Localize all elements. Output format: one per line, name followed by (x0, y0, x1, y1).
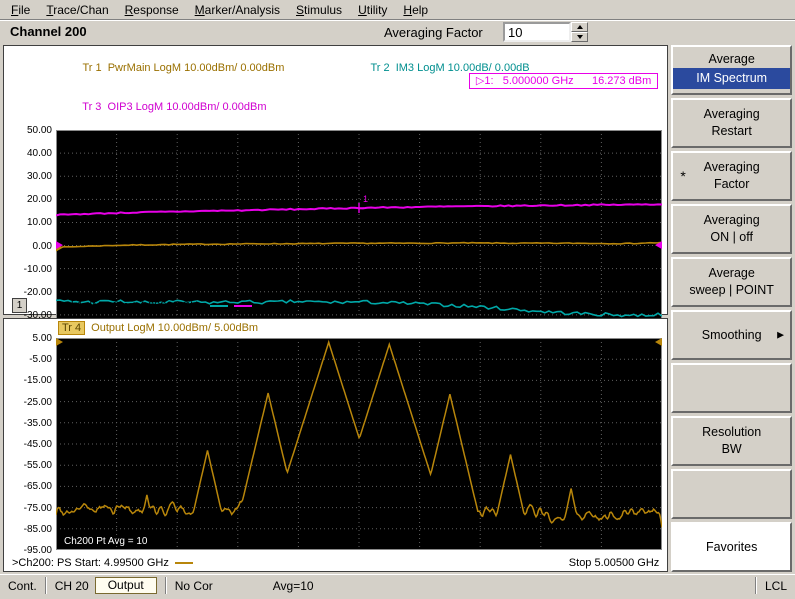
active-channel-status: CH 20 (55, 579, 89, 593)
softkey-favorites[interactable]: Favorites (671, 522, 792, 572)
softkey-average-im-spectrum[interactable]: AverageIM Spectrum (671, 45, 792, 95)
status-separator (755, 577, 757, 594)
softkey-label: ON | off (710, 229, 753, 246)
softkey-label: IM Spectrum (673, 68, 790, 89)
softkey-label: Average (708, 265, 754, 282)
menu-marker-analysis[interactable]: Marker/Analysis (187, 2, 288, 18)
menu-file[interactable]: File (3, 2, 38, 18)
svg-text:1: 1 (363, 194, 368, 204)
averaging-factor-spinner (571, 22, 588, 42)
submenu-arrow-icon: ▶ (777, 330, 784, 341)
point-average-note: Ch200 Pt Avg = 10 (64, 536, 148, 547)
trace3-legend[interactable]: Tr 3 OIP3 LogM 10.00dBm/ 0.00dBm (82, 101, 266, 113)
header-row: Channel 200 Averaging Factor (0, 20, 795, 45)
softkey-label: Restart (712, 123, 752, 140)
y-axis-tick-label: 30.00 (4, 171, 52, 182)
spectrum-plot-area: 5.00-5.00-15.00-25.00-35.00-45.00-55.00-… (4, 338, 667, 550)
menu-help[interactable]: Help (395, 2, 436, 18)
menu-response[interactable]: Response (117, 2, 187, 18)
spinner-up-icon[interactable] (571, 22, 588, 32)
softkey-average-sweep-point[interactable]: Averagesweep | POINT (671, 257, 792, 307)
softkey-label: BW (722, 441, 742, 458)
y-axis-tick-label: -65.00 (4, 481, 52, 492)
softkey-blank-8 (671, 469, 792, 519)
imd-footer: 1 Ch1: IMD Start 4.00000 GHz Stop 6.0000… (4, 298, 667, 313)
spectrum-start-label: >Ch200: PS Start: 4.99500 GHz (12, 557, 169, 569)
spinner-down-icon[interactable] (571, 32, 588, 42)
softkey-label: sweep | POINT (689, 282, 774, 299)
y-axis-tick-label: -35.00 (4, 418, 52, 429)
trace-legend-row-2: Tr 3 OIP3 LogM 10.00dBm/ 0.00dBm (4, 88, 667, 127)
softkey-blank-6 (671, 363, 792, 413)
y-axis-tick-label: -10.00 (4, 264, 52, 275)
y-axis-tick-label: 5.00 (4, 333, 52, 344)
y-axis-tick-label: -25.00 (4, 397, 52, 408)
menu-utility[interactable]: Utility (350, 2, 395, 18)
softkey-label: Averaging (704, 106, 760, 123)
softkey-label: Resolution (702, 424, 761, 441)
y-axis-tick-label: -45.00 (4, 439, 52, 450)
y-axis-tick-label: -15.00 (4, 375, 52, 386)
status-separator (165, 577, 167, 594)
y-axis-tick-label: -85.00 (4, 524, 52, 535)
softkey-label: Averaging (704, 212, 760, 229)
channel1-badge[interactable]: 1 (12, 298, 27, 313)
averaging-factor-label: Averaging Factor (384, 25, 483, 40)
oip3-trace-color-bar (234, 305, 252, 307)
softkey-smoothing[interactable]: Smoothing ▶ (671, 310, 792, 360)
menu-stimulus[interactable]: Stimulus (288, 2, 350, 18)
spectrum-footer: >Ch200: PS Start: 4.99500 GHz Stop 5.005… (4, 555, 667, 570)
status-bar: Cont. CH 20 Output No Cor Avg=10 LCL (0, 574, 795, 596)
imd-stop-label: Stop 6.00000 GHz (569, 300, 660, 312)
y-axis-tick-label: -55.00 (4, 460, 52, 471)
softkey-label: Factor (714, 176, 749, 193)
y-axis-tick-label: -5.00 (4, 354, 52, 365)
softkey-label: Average (708, 51, 754, 68)
averaging-factor-input[interactable] (503, 22, 571, 42)
spectrum-stop-label: Stop 5.00500 GHz (569, 557, 660, 569)
y-axis-tick-label: 0.00 (4, 241, 52, 252)
softkey-menu: AverageIM SpectrumAveragingRestart*Avera… (671, 45, 792, 572)
averaging-status: Avg=10 (273, 579, 314, 593)
softkey-label: Averaging (704, 159, 760, 176)
local-remote-status: LCL (765, 579, 787, 593)
status-separator (45, 577, 47, 594)
trace1-legend[interactable]: Tr 1 PwrMain LogM 10.00dBm/ 0.00dBm (82, 62, 370, 75)
menu-trace-chan[interactable]: Trace/Chan (38, 2, 116, 18)
softkey-averaging-on-off[interactable]: AveragingON | off (671, 204, 792, 254)
marker1-readout: ▷1: 5.000000 GHz 16.273 dBm (469, 73, 658, 89)
output-spectrum-plot[interactable] (56, 338, 662, 550)
output-trace-color-bar (175, 562, 193, 564)
y-axis-tick-label: 40.00 (4, 148, 52, 159)
im3-trace-color-bar (210, 305, 228, 307)
plot-column: Tr 1 PwrMain LogM 10.00dBm/ 0.00dBmTr 2 … (3, 45, 668, 572)
trace4-legend-row: Tr 4 Output LogM 10.00dBm/ 5.00dBm (4, 319, 667, 335)
active-function-asterisk: * (680, 168, 685, 184)
y-axis-tick-label: -20.00 (4, 287, 52, 298)
y-axis-tick-label: -75.00 (4, 503, 52, 514)
channel-title: Channel 200 (10, 24, 87, 39)
menu-bar: FileTrace/ChanResponseMarker/AnalysisSti… (0, 0, 795, 20)
averaging-factor-control (503, 22, 588, 42)
output-spectrum-window: Tr 4 Output LogM 10.00dBm/ 5.00dBm 5.00 -5… (3, 318, 668, 572)
softkey-resolution-bw[interactable]: ResolutionBW (671, 416, 792, 466)
correction-status: No Cor (175, 579, 213, 593)
trace4-badge[interactable]: Tr 4 (58, 321, 85, 335)
y-axis-tick-label: 20.00 (4, 194, 52, 205)
imd-sweep-window: Tr 1 PwrMain LogM 10.00dBm/ 0.00dBmTr 2 … (3, 45, 668, 315)
output-field[interactable]: Output (95, 577, 157, 594)
softkey-averaging-factor[interactable]: * AveragingFactor (671, 151, 792, 201)
y-axis-tick-label: 10.00 (4, 217, 52, 228)
y-axis-tick-label: 50.00 (4, 125, 52, 136)
sweep-mode-status: Cont. (8, 579, 37, 593)
softkey-label: Favorites (706, 539, 757, 556)
imd-start-label: Ch1: IMD Start 4.00000 GHz (63, 300, 204, 312)
softkey-averaging-restart[interactable]: AveragingRestart (671, 98, 792, 148)
trace4-legend[interactable]: Output LogM 10.00dBm/ 5.00dBm (91, 322, 258, 334)
softkey-label: Smoothing (702, 327, 762, 344)
